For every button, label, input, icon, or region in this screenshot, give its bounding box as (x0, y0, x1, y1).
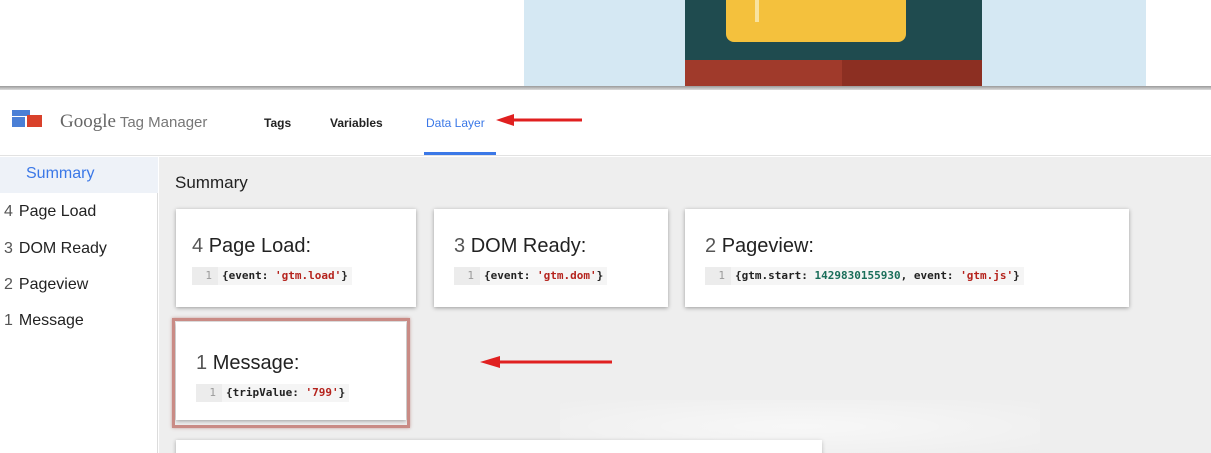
code-text: {gtm.start: (735, 269, 815, 282)
card-title: 2 Pageview: (705, 235, 814, 258)
card-title: 3 DOM Ready: (454, 235, 586, 258)
card-title-text: Pageview: (721, 235, 814, 257)
page-title: Summary (175, 173, 248, 192)
code-text: {event: (222, 269, 275, 282)
card-number: 3 (454, 235, 466, 257)
gtm-logo-icon (12, 110, 46, 128)
sidebar-item-summary[interactable]: Summary (0, 157, 158, 193)
card-number: 2 (705, 235, 717, 257)
event-card-dom-ready[interactable]: 3 DOM Ready: 1 {event: 'gtm.dom'} (434, 209, 668, 307)
code-line: 1 {gtm.start: 1429830155930, event: 'gtm.… (705, 267, 1024, 285)
sidebar-item-page-load[interactable]: 4 Page Load (4, 203, 96, 221)
illustration-red-band-shade (842, 60, 982, 86)
card-title: 4 Page Load: (192, 235, 311, 258)
event-number: 4 (4, 203, 13, 220)
code-string: 'gtm.load' (274, 269, 342, 282)
line-number: 1 (454, 267, 480, 285)
code-line: 1 {event: 'gtm.load'} (192, 267, 352, 285)
code-text: } (596, 269, 604, 282)
line-number: 1 (192, 267, 218, 285)
code-text: , event: (900, 269, 961, 282)
code-text: } (1013, 269, 1020, 282)
sidebar-item-label: Page Load (18, 203, 97, 220)
tab-tags[interactable]: Tags (264, 116, 291, 130)
code-line: 1 {event: 'gtm.dom'} (454, 267, 608, 285)
sidebar: Summary 4 Page Load 3 DOM Ready 2 Pageview … (0, 157, 158, 453)
app-header: Google Tag Manager Tags Variables Data L… (0, 90, 1211, 156)
sidebar-summary-label: Summary (26, 165, 95, 182)
card-number: 4 (192, 235, 204, 257)
code-number: 1429830155930 (814, 269, 901, 282)
event-number: 1 (4, 312, 13, 329)
code-text: } (341, 269, 348, 282)
sidebar-item-label: Pageview (18, 276, 89, 293)
annotation-arrow-icon (480, 356, 612, 368)
annotation-arrow-icon (496, 114, 582, 126)
card-title-text: DOM Ready: (470, 235, 587, 257)
code-string: 'gtm.js' (960, 269, 1014, 282)
sidebar-item-pageview[interactable]: 2 Pageview (4, 276, 88, 294)
code-text: {event: (484, 269, 537, 282)
brand-name: Google Tag Manager (60, 111, 207, 133)
tab-variables[interactable]: Variables (330, 116, 383, 130)
highlight-box (172, 318, 410, 428)
illustration-highlight (755, 0, 759, 22)
brand-google: Google (60, 111, 116, 132)
event-number: 3 (4, 240, 13, 257)
card-title-text: Page Load: (208, 235, 312, 257)
line-number: 1 (705, 267, 731, 285)
screenshot-fade (560, 400, 1040, 453)
active-tab-indicator (424, 152, 496, 155)
event-number: 2 (4, 276, 13, 293)
brand-product: Tag Manager (115, 114, 208, 131)
sidebar-item-label: Message (18, 312, 84, 329)
tab-data-layer[interactable]: Data Layer (426, 116, 485, 130)
illustration-yellow-block (726, 0, 906, 42)
sidebar-item-dom-ready[interactable]: 3 DOM Ready (4, 240, 107, 258)
event-card-pageview[interactable]: 2 Pageview: 1 {gtm.start: 1429830155930, … (685, 209, 1129, 307)
code-string: 'gtm.dom' (536, 269, 597, 282)
page-top-area (0, 0, 1211, 86)
sidebar-item-message[interactable]: 1 Message (4, 312, 84, 330)
sidebar-item-label: DOM Ready (18, 240, 107, 257)
banner-illustration (524, 0, 1146, 86)
event-card-page-load[interactable]: 4 Page Load: 1 {event: 'gtm.load'} (176, 209, 416, 307)
